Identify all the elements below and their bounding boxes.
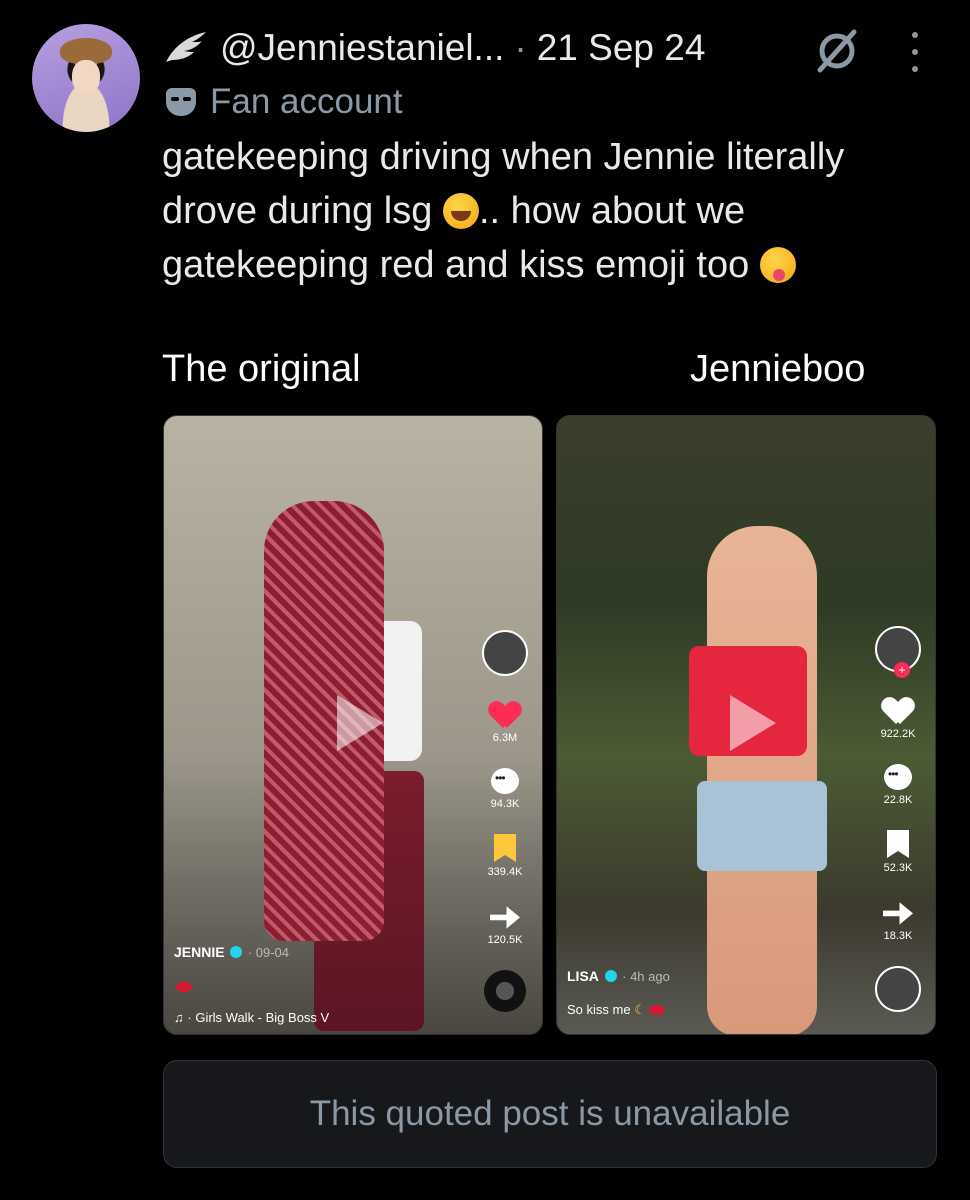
heart-icon[interactable] [883, 696, 913, 724]
squinting-tongue-emoji-icon [759, 247, 796, 283]
moon-emoji-icon: ☾ [634, 1002, 646, 1017]
mask-icon [166, 88, 196, 116]
fan-account-label: Fan account [210, 82, 403, 121]
bookmark-icon[interactable] [494, 834, 516, 862]
verified-icon [604, 970, 617, 982]
comment-count: 22.8K [883, 794, 913, 806]
wing-icon [166, 32, 206, 62]
quoted-post-unavailable: This quoted post is unavailable [163, 1060, 937, 1168]
share-count: 18.3K [883, 930, 913, 942]
tiktok-action-rail: 6.3M 94.3K 339.4K 120.5K [476, 630, 534, 1012]
comment-count: 94.3K [490, 798, 520, 810]
video-thumbnail-left[interactable]: 6.3M 94.3K 339.4K 120.5K JENNIE · 09-04 … [163, 415, 543, 1035]
caption-text: So kiss me [567, 1002, 631, 1017]
user-handle[interactable]: @Jenniestaniel... [220, 27, 504, 69]
separator-dot: · [514, 27, 527, 68]
music-title: Girls Walk - Big Boss V [195, 1010, 330, 1025]
tiktok-action-rail: 922.2K 22.8K 52.3K 18.3K [869, 626, 927, 1012]
music-icon: ♫ · [174, 1010, 192, 1025]
creator-avatar[interactable] [482, 630, 528, 676]
music-disc-icon[interactable] [875, 966, 921, 1012]
post-date[interactable]: 21 Sep 24 [537, 27, 706, 69]
save-count: 52.3K [883, 862, 913, 874]
rofl-emoji-icon [442, 193, 479, 229]
share-icon[interactable] [883, 902, 913, 925]
post-text: gatekeeping driving when Jennie literall… [162, 130, 952, 292]
video-creator-line: LISA · 4h ago [567, 968, 670, 984]
post-text-line: drove during lsg .. how about we [162, 184, 952, 238]
save-count: 339.4K [487, 866, 523, 878]
grok-icon[interactable] [812, 26, 862, 76]
video-thumbnail-right[interactable]: 922.2K 22.8K 52.3K 18.3K LISA · 4h ago S… [556, 415, 936, 1035]
person-figure [264, 501, 434, 1031]
more-icon[interactable] [900, 32, 930, 72]
post-text-segment: .. how about we [478, 190, 746, 232]
person-figure [667, 526, 857, 1034]
creator-avatar-follow[interactable] [875, 626, 921, 678]
video-music-line[interactable]: ♫ · Girls Walk - Big Boss V [174, 1010, 329, 1025]
avatar[interactable] [32, 24, 140, 132]
share-count: 120.5K [487, 934, 523, 946]
music-disc-icon[interactable] [484, 970, 526, 1012]
comment-icon[interactable] [491, 768, 519, 794]
like-count: 6.3M [492, 732, 518, 744]
heart-icon[interactable] [490, 700, 520, 728]
post-header: @Jenniestaniel... · 21 Sep 24 [162, 22, 705, 74]
kiss-emoji-icon [649, 1005, 666, 1015]
fan-account-badge: Fan account [166, 80, 403, 124]
avatar-face [72, 60, 100, 94]
media-label-left: The original [162, 348, 361, 390]
creator-name[interactable]: LISA [567, 968, 599, 984]
play-icon[interactable] [730, 695, 776, 751]
post-text-segment: drove during lsg [162, 190, 433, 232]
creator-name[interactable]: JENNIE [174, 944, 225, 960]
video-creator-line: JENNIE · 09-04 [174, 944, 289, 960]
quoted-post-text: This quoted post is unavailable [309, 1094, 791, 1133]
video-caption: So kiss me ☾ [567, 1002, 666, 1018]
video-posted: · 09-04 [247, 945, 290, 960]
comment-icon[interactable] [884, 764, 912, 790]
video-posted: · 4h ago [622, 969, 670, 984]
kiss-emoji-icon [176, 982, 192, 992]
post-text-segment: gatekeeping red and kiss emoji too [162, 244, 750, 286]
play-icon[interactable] [337, 695, 383, 751]
verified-icon [230, 946, 243, 958]
like-count: 922.2K [880, 728, 916, 740]
post-text-line: gatekeeping red and kiss emoji too [162, 238, 952, 292]
video-caption [176, 979, 192, 994]
share-icon[interactable] [490, 906, 520, 929]
media-label-right: Jennieboo [690, 348, 866, 390]
post-text-line: gatekeeping driving when Jennie literall… [162, 136, 845, 178]
bookmark-icon[interactable] [887, 830, 909, 858]
